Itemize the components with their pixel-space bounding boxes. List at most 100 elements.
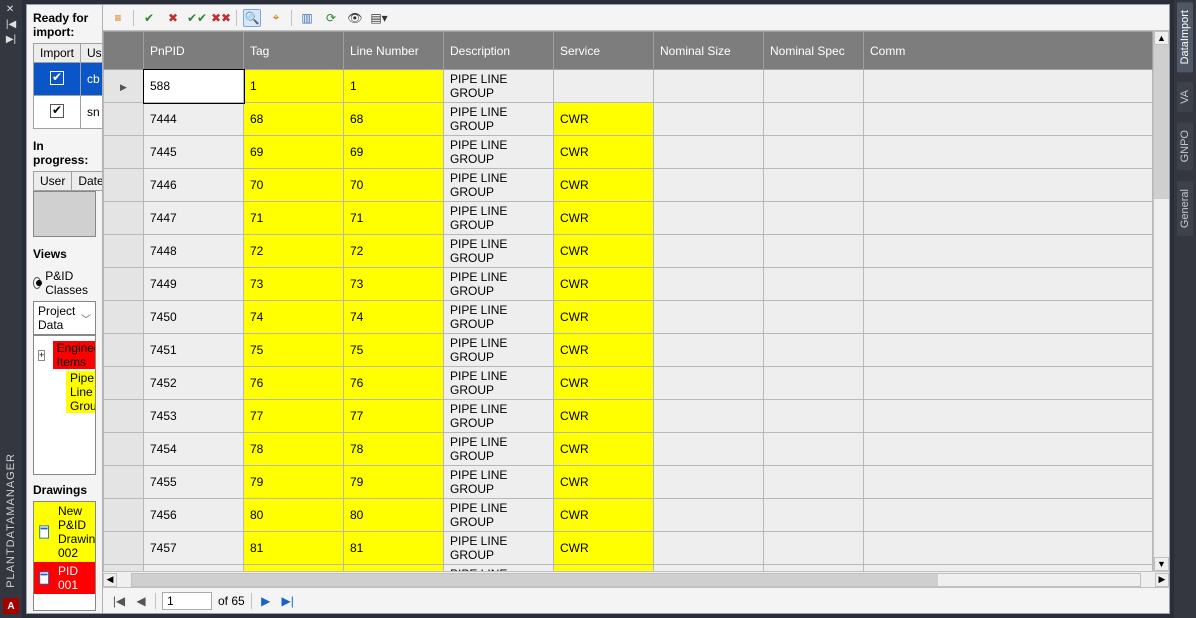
cell-comm[interactable]: [864, 367, 1153, 400]
cell-tag[interactable]: 68: [244, 103, 344, 136]
cell-nominalspec[interactable]: [764, 499, 864, 532]
cell-comm[interactable]: [864, 334, 1153, 367]
tree-expander-icon[interactable]: +: [38, 350, 45, 361]
cell-nominalspec[interactable]: [764, 334, 864, 367]
cell-linenumber[interactable]: 73: [344, 268, 444, 301]
cell-comm[interactable]: [864, 103, 1153, 136]
cell-nominalsize[interactable]: [654, 268, 764, 301]
cell-pnpid[interactable]: 7458: [144, 565, 244, 572]
cell-nominalsize[interactable]: [654, 532, 764, 565]
project-data-combo[interactable]: Project Data ﹀: [33, 301, 96, 335]
scroll-down-icon[interactable]: ▼: [1154, 557, 1169, 571]
cell-service[interactable]: CWR: [554, 202, 654, 235]
col-user2[interactable]: User: [34, 172, 72, 191]
cell-service[interactable]: CWR: [554, 103, 654, 136]
col-nominalsize[interactable]: Nominal Size: [654, 32, 764, 70]
cell-pnpid[interactable]: 7453: [144, 400, 244, 433]
table-row[interactable]: 7447 71 71 PIPE LINE GROUP CWR: [104, 202, 1153, 235]
cell-comm[interactable]: [864, 400, 1153, 433]
pager-prev-icon[interactable]: ◀: [133, 594, 149, 608]
row-header[interactable]: [104, 565, 144, 572]
cell-linenumber[interactable]: 69: [344, 136, 444, 169]
scroll-left-icon[interactable]: ◀: [103, 573, 117, 587]
grid-scroll[interactable]: PnPID Tag Line Number Description Servic…: [103, 31, 1153, 571]
cell-service[interactable]: CWR: [554, 400, 654, 433]
row-header[interactable]: [104, 169, 144, 202]
cell-tag[interactable]: 81: [244, 532, 344, 565]
multi-check-icon[interactable]: ✔✔: [188, 9, 206, 27]
cell-service[interactable]: CWR: [554, 433, 654, 466]
zoom-icon[interactable]: 🔍: [243, 9, 261, 27]
table-row[interactable]: 7457 81 81 PIPE LINE GROUP CWR: [104, 532, 1153, 565]
col-description[interactable]: Description: [444, 32, 554, 70]
table-row[interactable]: 7450 74 74 PIPE LINE GROUP CWR: [104, 301, 1153, 334]
cell-tag[interactable]: 71: [244, 202, 344, 235]
tree-item-engineering[interactable]: + Engineering Items: [36, 340, 93, 370]
cell-nominalsize[interactable]: [654, 169, 764, 202]
row-header[interactable]: [104, 268, 144, 301]
cell-service[interactable]: CWR: [554, 301, 654, 334]
radio-pid-classes[interactable]: P&ID Classes: [33, 269, 92, 297]
list-icon[interactable]: ≡: [109, 9, 127, 27]
cell-description[interactable]: PIPE LINE GROUP: [444, 466, 554, 499]
cell-tag[interactable]: 77: [244, 400, 344, 433]
check-icon[interactable]: ✔: [140, 9, 158, 27]
cell-nominalspec[interactable]: [764, 565, 864, 572]
scroll-right-icon[interactable]: ▶: [1155, 573, 1169, 587]
tab-general[interactable]: General: [1177, 181, 1193, 236]
col-service[interactable]: Service: [554, 32, 654, 70]
cell-pnpid[interactable]: 7454: [144, 433, 244, 466]
cell-pnpid[interactable]: 7456: [144, 499, 244, 532]
columns-icon[interactable]: ▥: [298, 9, 316, 27]
table-row[interactable]: 7449 73 73 PIPE LINE GROUP CWR: [104, 268, 1153, 301]
cell-pnpid[interactable]: 7452: [144, 367, 244, 400]
cell-pnpid[interactable]: 7446: [144, 169, 244, 202]
cell-linenumber[interactable]: 71: [344, 202, 444, 235]
cell-service[interactable]: CWR: [554, 466, 654, 499]
cell-nominalspec[interactable]: [764, 136, 864, 169]
cell-nominalsize[interactable]: [654, 301, 764, 334]
cell-tag[interactable]: 70: [244, 169, 344, 202]
table-row[interactable]: 7454 78 78 PIPE LINE GROUP CWR: [104, 433, 1153, 466]
cell-description[interactable]: PIPE LINE GROUP: [444, 202, 554, 235]
cell-comm[interactable]: [864, 532, 1153, 565]
cell-nominalsize[interactable]: [654, 235, 764, 268]
cell-nominalsize[interactable]: [654, 367, 764, 400]
table-row[interactable]: 7453 77 77 PIPE LINE GROUP CWR: [104, 400, 1153, 433]
pager-last-icon[interactable]: ▶|: [280, 594, 296, 608]
cell-linenumber[interactable]: 74: [344, 301, 444, 334]
cell-linenumber[interactable]: 1: [344, 70, 444, 103]
pager-next-icon[interactable]: ▶: [258, 594, 274, 608]
cell-nominalspec[interactable]: [764, 532, 864, 565]
col-nominalspec[interactable]: Nominal Spec: [764, 32, 864, 70]
row-header[interactable]: [104, 367, 144, 400]
cell-nominalspec[interactable]: [764, 202, 864, 235]
refresh-icon[interactable]: ⟳: [322, 9, 340, 27]
row-header[interactable]: [104, 400, 144, 433]
cell-service[interactable]: CWR: [554, 136, 654, 169]
pager-first-icon[interactable]: |◀: [111, 594, 127, 608]
cell-description[interactable]: PIPE LINE GROUP: [444, 532, 554, 565]
cell-tag[interactable]: 82: [244, 565, 344, 572]
col-user[interactable]: User: [81, 44, 103, 63]
cell-description[interactable]: PIPE LINE GROUP: [444, 334, 554, 367]
cell-nominalspec[interactable]: [764, 466, 864, 499]
filter-menu-icon[interactable]: ▤▾: [370, 9, 388, 27]
cell-description[interactable]: PIPE LINE GROUP: [444, 169, 554, 202]
tab-va[interactable]: VA: [1177, 82, 1193, 112]
table-row[interactable]: 7445 69 69 PIPE LINE GROUP CWR: [104, 136, 1153, 169]
cell-pnpid[interactable]: 7447: [144, 202, 244, 235]
cell-nominalspec[interactable]: [764, 169, 864, 202]
scroll-up-icon[interactable]: ▲: [1154, 31, 1169, 45]
table-row[interactable]: 7446 70 70 PIPE LINE GROUP CWR: [104, 169, 1153, 202]
tree-item-pipelinegroup[interactable]: Pipe Line Group: [36, 370, 93, 414]
multi-x-icon[interactable]: ✖✖: [212, 9, 230, 27]
cell-linenumber[interactable]: 75: [344, 334, 444, 367]
cell-tag[interactable]: 75: [244, 334, 344, 367]
cell-comm[interactable]: [864, 169, 1153, 202]
cell-linenumber[interactable]: 82: [344, 565, 444, 572]
cell-description[interactable]: PIPE LINE GROUP: [444, 103, 554, 136]
row-header[interactable]: [104, 136, 144, 169]
import-checkbox[interactable]: [50, 104, 64, 118]
ready-row[interactable]: sn 11.11.2020 15:57:46: [34, 96, 104, 129]
